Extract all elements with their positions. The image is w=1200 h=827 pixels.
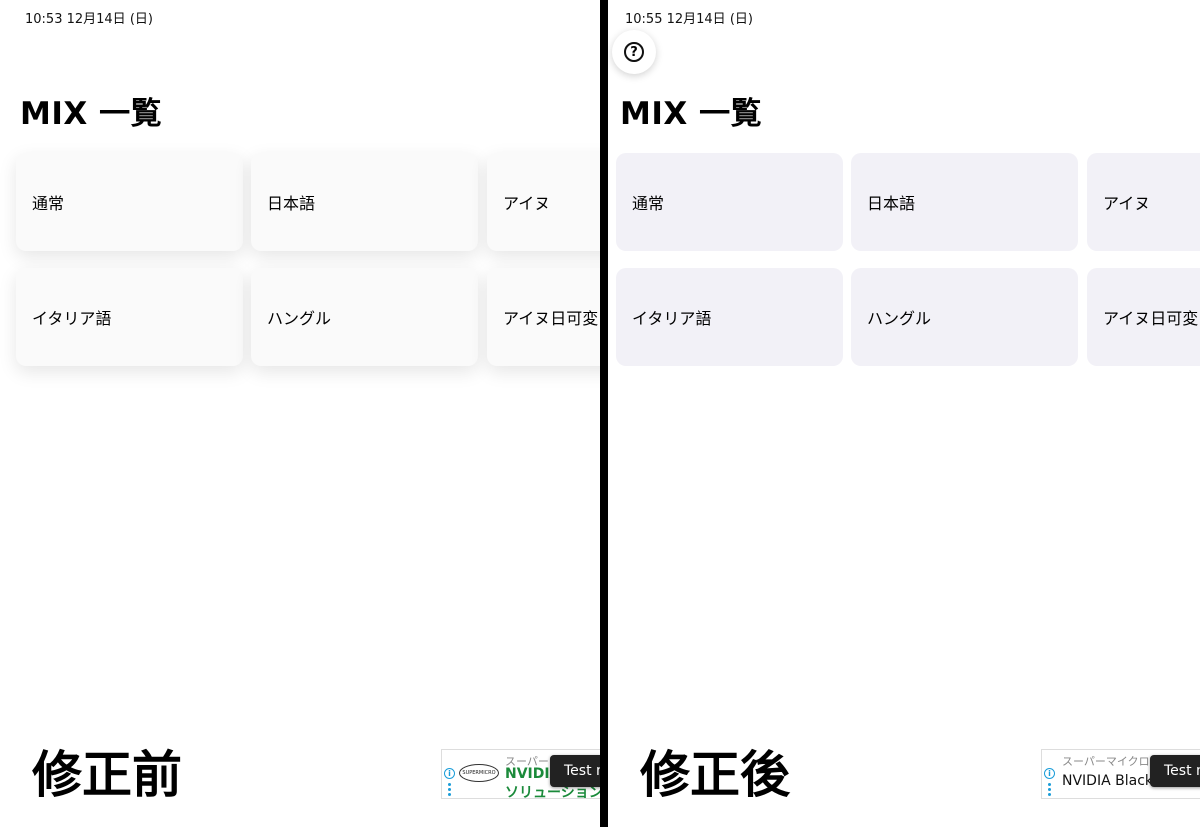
ad-headline: NVIDIA Black [1062, 773, 1153, 789]
info-icon[interactable]: i [444, 768, 455, 779]
ad-banner[interactable]: i スーパーマイクロ株 NVIDIA Black Test m [1041, 749, 1200, 799]
before-caption: 修正前 [32, 746, 182, 804]
question-icon: ? [624, 42, 644, 62]
test-ad-badge: Test m [1150, 755, 1200, 787]
test-ad-badge: Test m [550, 755, 600, 787]
mix-card-ainu-variable[interactable]: アイヌ日可変 [487, 268, 600, 366]
after-panel: 10:55 12月14日 (日) ? MIX 一覧 通常 日本語 アイヌ イタリ… [608, 0, 1200, 827]
page-title: MIX 一覧 [20, 96, 163, 132]
help-button[interactable]: ? [612, 30, 656, 74]
page-title: MIX 一覧 [620, 96, 763, 132]
mix-card-japanese[interactable]: 日本語 [851, 153, 1078, 251]
info-icon[interactable]: i [1044, 768, 1055, 779]
ad-advertiser-text: スーパーマイクロ株 [1062, 755, 1161, 768]
before-panel: 10:53 12月14日 (日) MIX 一覧 通常 日本語 アイヌ イタリア語… [0, 0, 600, 827]
after-caption: 修正後 [640, 746, 790, 804]
mix-card-ainu-variable[interactable]: アイヌ日可変 [1087, 268, 1200, 366]
more-options-icon[interactable] [448, 783, 451, 798]
more-options-icon[interactable] [1048, 783, 1051, 798]
mix-card-japanese[interactable]: 日本語 [251, 153, 478, 251]
mix-card-ainu[interactable]: アイヌ [1087, 153, 1200, 251]
ad-banner[interactable]: i SUPERMICRO スーパーマ NVIDIA ソリューション Test m [441, 749, 600, 801]
mix-card-hangul[interactable]: ハングル [251, 268, 478, 366]
comparison-divider [600, 0, 608, 827]
mix-card-hangul[interactable]: ハングル [851, 268, 1078, 366]
mix-card-italian[interactable]: イタリア語 [616, 268, 843, 366]
mix-card-normal[interactable]: 通常 [616, 153, 843, 251]
mix-card-italian[interactable]: イタリア語 [16, 268, 243, 366]
status-bar-time-date: 10:55 12月14日 (日) [625, 12, 753, 27]
mix-card-normal[interactable]: 通常 [16, 153, 243, 251]
status-bar-time-date: 10:53 12月14日 (日) [25, 12, 153, 27]
mix-card-ainu[interactable]: アイヌ [487, 153, 600, 251]
advertiser-logo: SUPERMICRO [459, 764, 499, 782]
